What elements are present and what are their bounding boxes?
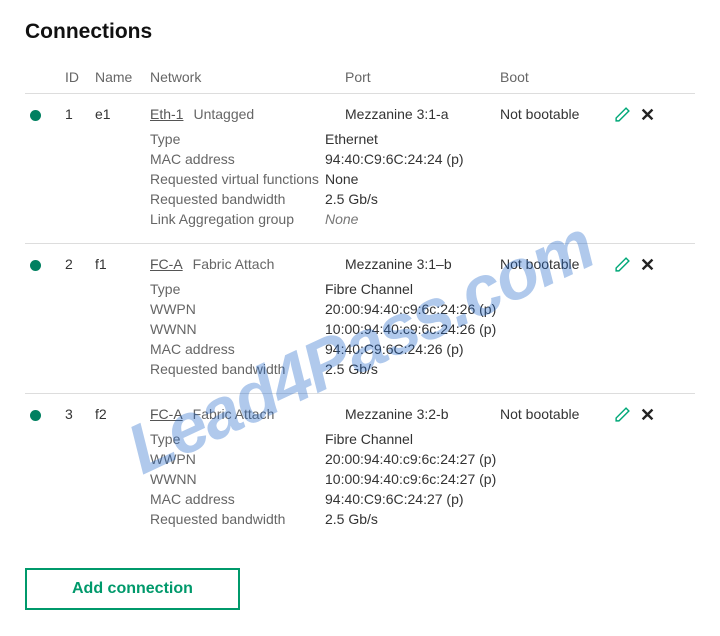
detail-label: MAC address [150,341,325,357]
col-name: Name [95,69,150,85]
page-title: Connections [25,20,695,44]
detail-value: 2.5 Gb/s [325,361,690,377]
detail-value: Fibre Channel [325,281,690,297]
delete-icon[interactable]: ✕ [635,406,660,424]
col-port: Port [345,69,500,85]
network-mode: Fabric Attach [193,256,275,272]
detail-value: Ethernet [325,131,690,147]
conn-boot: Not bootable [500,406,610,422]
network-mode: Untagged [193,106,254,122]
detail-label: Requested virtual functions [150,171,325,187]
conn-boot: Not bootable [500,256,610,272]
connection-row: 2f1FC-A Fabric Attach Mezzanine 3:1–bNot … [25,243,695,274]
detail-label: MAC address [150,491,325,507]
detail-value: Fibre Channel [325,431,690,447]
detail-value: 20:00:94:40:c9:6c:24:27 (p) [325,451,690,467]
detail-label: Type [150,131,325,147]
detail-label: Requested bandwidth [150,361,325,377]
detail-label: Type [150,431,325,447]
connection-row: 3f2FC-A Fabric Attach Mezzanine 3:2-bNot … [25,393,695,424]
edit-icon[interactable] [610,256,635,273]
detail-label: Link Aggregation group [150,211,325,227]
detail-label: WWPN [150,301,325,317]
conn-id: 2 [65,256,95,272]
network-link[interactable]: Eth-1 [150,106,183,122]
detail-value: None [325,171,690,187]
delete-icon[interactable]: ✕ [635,106,660,124]
detail-value: 10:00:94:40:c9:6c:24:27 (p) [325,471,690,487]
detail-value: 94:40:C9:6C:24:24 (p) [325,151,690,167]
conn-port: Mezzanine 3:1–b [345,256,500,272]
detail-value: 2.5 Gb/s [325,511,690,527]
add-connection-button[interactable]: Add connection [25,568,240,610]
status-dot-icon [30,410,41,421]
detail-value: 94:40:C9:6C:24:27 (p) [325,491,690,507]
conn-port: Mezzanine 3:1-a [345,106,500,122]
connection-row: 1e1Eth-1 Untagged Mezzanine 3:1-aNot boot… [25,93,695,124]
connection-details: TypeFibre ChannelWWPN20:00:94:40:c9:6c:2… [25,274,695,393]
connection-details: TypeFibre ChannelWWPN20:00:94:40:c9:6c:2… [25,424,695,543]
col-id: ID [65,69,95,85]
detail-value: 94:40:C9:6C:24:26 (p) [325,341,690,357]
detail-label: Type [150,281,325,297]
edit-icon[interactable] [610,106,635,123]
detail-value: 2.5 Gb/s [325,191,690,207]
table-header: ID Name Network Port Boot [25,69,695,93]
conn-name: f2 [95,406,150,422]
detail-label: Requested bandwidth [150,191,325,207]
detail-value: 20:00:94:40:c9:6c:24:26 (p) [325,301,690,317]
detail-value: None [325,211,690,227]
conn-name: f1 [95,256,150,272]
conn-name: e1 [95,106,150,122]
detail-value: 10:00:94:40:c9:6c:24:26 (p) [325,321,690,337]
status-dot-icon [30,260,41,271]
status-dot-icon [30,110,41,121]
detail-label: MAC address [150,151,325,167]
network-mode: Fabric Attach [193,406,275,422]
conn-id: 1 [65,106,95,122]
delete-icon[interactable]: ✕ [635,256,660,274]
detail-label: Requested bandwidth [150,511,325,527]
edit-icon[interactable] [610,406,635,423]
col-network: Network [150,69,345,85]
detail-label: WWNN [150,321,325,337]
conn-boot: Not bootable [500,106,610,122]
conn-port: Mezzanine 3:2-b [345,406,500,422]
network-link[interactable]: FC-A [150,406,183,422]
conn-id: 3 [65,406,95,422]
connection-details: TypeEthernetMAC address94:40:C9:6C:24:24… [25,124,695,243]
detail-label: WWNN [150,471,325,487]
network-link[interactable]: FC-A [150,256,183,272]
col-boot: Boot [500,69,610,85]
detail-label: WWPN [150,451,325,467]
